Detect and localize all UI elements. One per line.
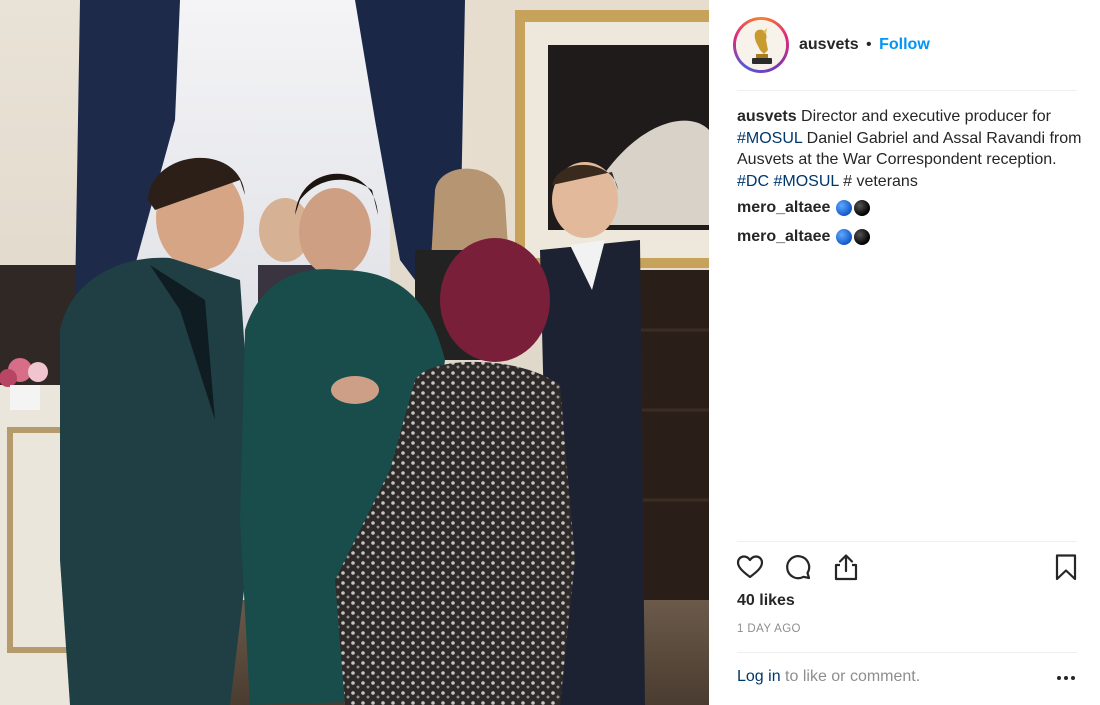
header-username[interactable]: ausvets bbox=[799, 36, 859, 53]
hashtag-link[interactable]: #MOSUL bbox=[773, 173, 838, 190]
caption-text: Director and executive producer for bbox=[796, 108, 1051, 125]
black-circle-emoji bbox=[854, 229, 871, 245]
hashtag-link[interactable]: #DC bbox=[737, 173, 769, 190]
bookmark-icon[interactable] bbox=[1051, 552, 1081, 582]
post-caption: ausvets Director and executive producer … bbox=[737, 106, 1082, 192]
header-divider bbox=[737, 90, 1077, 91]
post-photo[interactable] bbox=[0, 0, 709, 705]
comment-item: mero_altaee bbox=[737, 199, 871, 217]
login-prompt-text: to like or comment. bbox=[780, 668, 921, 685]
login-link[interactable]: Log in bbox=[737, 668, 781, 685]
post-header: ausvets • Follow bbox=[709, 0, 1100, 90]
blue-circle-emoji bbox=[836, 229, 853, 245]
hashtag-link[interactable]: #MOSUL bbox=[737, 130, 802, 147]
likes-count[interactable]: 40 likes bbox=[737, 592, 795, 610]
reception-photo bbox=[0, 0, 709, 705]
comment-username[interactable]: mero_altaee bbox=[737, 199, 830, 217]
award-statue-icon bbox=[736, 20, 786, 70]
black-circle-emoji bbox=[854, 200, 871, 216]
caption-text: # veterans bbox=[838, 172, 918, 190]
comment-username[interactable]: mero_altaee bbox=[737, 228, 830, 246]
follow-button[interactable]: Follow bbox=[879, 36, 930, 53]
login-prompt: Log in to like or comment. bbox=[737, 668, 920, 686]
comment-item: mero_altaee bbox=[737, 228, 871, 246]
more-options-icon[interactable] bbox=[1055, 670, 1077, 686]
header-separator: • bbox=[866, 36, 872, 53]
post-timestamp: 1 DAY AGO bbox=[737, 623, 801, 635]
post-actions bbox=[709, 550, 1100, 586]
comment-icon[interactable] bbox=[783, 552, 813, 582]
caption-username[interactable]: ausvets bbox=[737, 108, 797, 125]
avatar[interactable] bbox=[733, 17, 789, 73]
share-icon[interactable] bbox=[831, 552, 861, 582]
post-side-panel: ausvets • Follow ausvets Director and ex… bbox=[709, 0, 1100, 705]
blue-circle-emoji bbox=[836, 200, 853, 216]
heart-icon[interactable] bbox=[735, 552, 765, 582]
actions-divider bbox=[737, 541, 1077, 542]
login-divider bbox=[737, 652, 1077, 653]
